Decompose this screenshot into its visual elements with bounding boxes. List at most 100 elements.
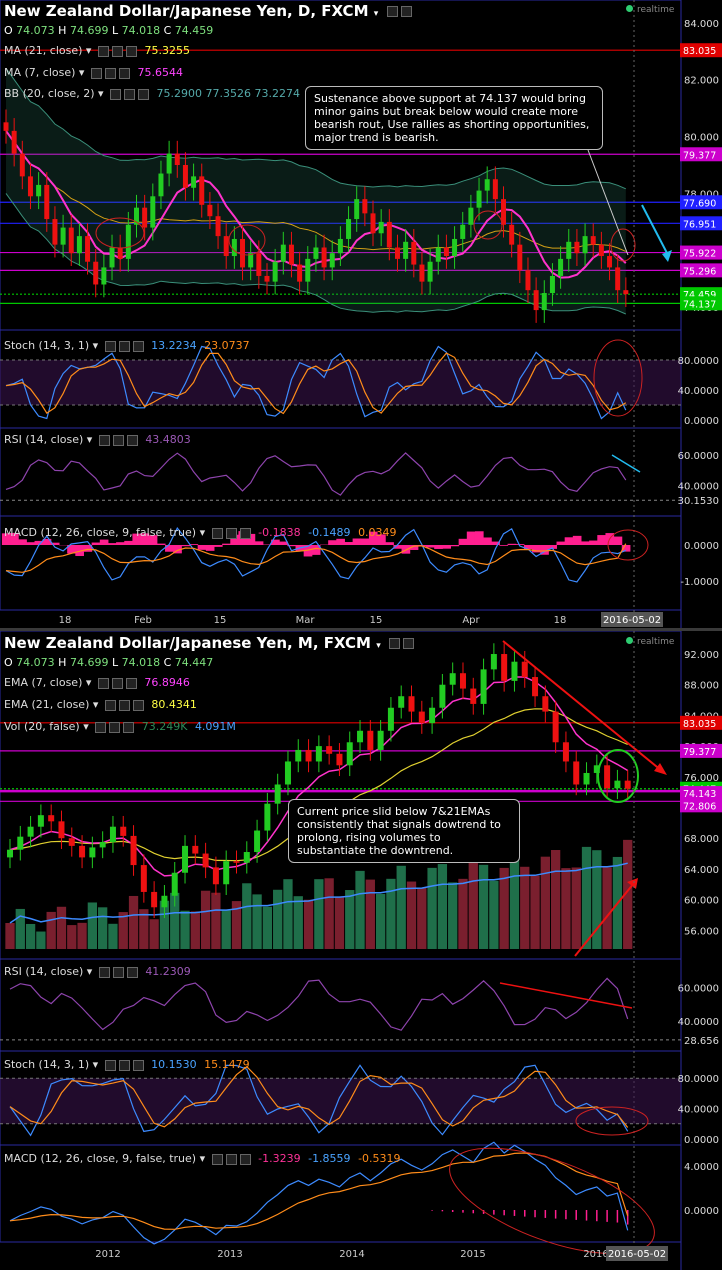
- eye-icon[interactable]: [98, 434, 110, 446]
- chevron-down-icon[interactable]: ▾: [87, 965, 93, 978]
- legend-ema21[interactable]: EMA (21, close) ▾ 80.4341: [4, 698, 197, 711]
- settings-icon[interactable]: [386, 6, 398, 17]
- volume-bar: [571, 867, 581, 949]
- macd-tick-label: 4.0000: [684, 1162, 719, 1173]
- candle-body: [411, 241, 417, 265]
- eye-icon[interactable]: [104, 1059, 116, 1071]
- settings-icon[interactable]: [118, 1059, 130, 1071]
- eye-icon[interactable]: [211, 1153, 223, 1165]
- legend-macd[interactable]: MACD (12, 26, close, 9, false, true) ▾ -…: [4, 1152, 401, 1165]
- candle-body: [109, 247, 115, 268]
- settings-icon[interactable]: [104, 67, 116, 79]
- settings-icon[interactable]: [118, 699, 130, 711]
- close-icon[interactable]: [239, 527, 251, 539]
- close-icon[interactable]: [123, 721, 135, 733]
- settings-icon[interactable]: [111, 677, 123, 689]
- eye-icon[interactable]: [211, 527, 223, 539]
- monthly-chart-title[interactable]: New Zealand Dollar/Japanese Yen, M, FXCM…: [4, 634, 414, 652]
- settings-icon[interactable]: [225, 527, 237, 539]
- analysis-annotation: Current price slid below 7&21EMAs consis…: [288, 799, 520, 863]
- settings-icon[interactable]: [225, 1153, 237, 1165]
- close-icon[interactable]: [118, 67, 130, 79]
- eye-icon[interactable]: [90, 67, 102, 79]
- legend-ema7[interactable]: EMA (7, close) ▾ 76.8946: [4, 676, 190, 689]
- price-tag: 75.922: [683, 249, 716, 260]
- open-value: 74.073: [16, 656, 55, 669]
- legend-stoch[interactable]: Stoch (14, 3, 1) ▾ 13.2234 23.0737: [4, 339, 250, 352]
- chevron-down-icon[interactable]: ▾: [93, 339, 99, 352]
- eye-icon[interactable]: [110, 88, 122, 100]
- eye-icon[interactable]: [97, 45, 109, 57]
- monthly-chart[interactable]: 92.00088.00084.00080.00076.00068.00064.0…: [0, 631, 722, 1270]
- realtime-label: realtime: [637, 5, 675, 15]
- settings-icon[interactable]: [118, 340, 130, 352]
- chevron-down-icon[interactable]: ▾: [376, 641, 381, 651]
- settings-icon[interactable]: [388, 638, 400, 649]
- eye-icon[interactable]: [104, 340, 116, 352]
- eye-icon[interactable]: [95, 721, 107, 733]
- eye-icon[interactable]: [97, 677, 109, 689]
- settings-icon[interactable]: [109, 721, 121, 733]
- legend-bb[interactable]: BB (20, close, 2) ▾ 75.2900 77.3526 73.2…: [4, 87, 300, 100]
- settings-icon[interactable]: [112, 966, 124, 978]
- chevron-down-icon[interactable]: ▾: [200, 526, 206, 539]
- macd-histogram-bar: [336, 538, 345, 545]
- chevron-down-icon[interactable]: ▾: [83, 720, 89, 733]
- price-tag: 72.806: [683, 801, 716, 812]
- settings-icon[interactable]: [111, 45, 123, 57]
- close-icon[interactable]: [132, 1059, 144, 1071]
- chevron-down-icon[interactable]: ▾: [200, 1152, 206, 1165]
- legend-rsi[interactable]: RSI (14, close) ▾ 43.4803: [4, 433, 191, 446]
- daily-chart[interactable]: 84.00082.00080.00078.00074.00083.03579.3…: [0, 0, 722, 628]
- candle-body: [117, 247, 123, 259]
- legend-macd[interactable]: MACD (12, 26, close, 9, false, true) ▾ -…: [4, 526, 397, 539]
- eye-icon[interactable]: [98, 966, 110, 978]
- close-icon[interactable]: [125, 677, 137, 689]
- daily-chart-title[interactable]: New Zealand Dollar/Japanese Yen, D, FXCM…: [4, 2, 412, 20]
- highlight-circle: [597, 749, 639, 803]
- candle-body: [525, 270, 531, 291]
- close-icon[interactable]: [126, 966, 138, 978]
- macd-histogram-bar: [181, 545, 191, 547]
- chevron-down-icon[interactable]: ▾: [87, 433, 93, 446]
- settings-icon[interactable]: [124, 88, 136, 100]
- close-icon[interactable]: [402, 638, 414, 649]
- candle-body: [76, 236, 82, 254]
- macd-histogram-bar: [507, 543, 517, 545]
- settings-icon[interactable]: [112, 434, 124, 446]
- eye-icon[interactable]: [104, 699, 116, 711]
- close-icon[interactable]: [132, 699, 144, 711]
- stoch-tick-label: 0.0000: [684, 416, 719, 427]
- chevron-down-icon[interactable]: ▾: [86, 44, 92, 57]
- chevron-down-icon[interactable]: ▾: [86, 676, 92, 689]
- close-icon[interactable]: [125, 45, 137, 57]
- candle-body: [590, 236, 596, 245]
- volume-bar: [252, 894, 262, 949]
- chevron-down-icon[interactable]: ▾: [98, 87, 104, 100]
- legend-ma7[interactable]: MA (7, close) ▾ 75.6544: [4, 66, 183, 79]
- candle-body: [362, 199, 368, 214]
- high-value: 74.699: [69, 656, 109, 669]
- close-icon[interactable]: [400, 6, 412, 17]
- macd-histogram-bar: [352, 538, 362, 545]
- close-icon[interactable]: [239, 1153, 251, 1165]
- candle-body: [264, 275, 270, 282]
- chevron-down-icon[interactable]: ▾: [93, 1058, 99, 1071]
- candle-body: [182, 845, 189, 873]
- legend-rsi[interactable]: RSI (14, close) ▾ 41.2309: [4, 965, 191, 978]
- low-label: L: [111, 24, 119, 37]
- chevron-down-icon[interactable]: ▾: [374, 9, 379, 19]
- chevron-down-icon[interactable]: ▾: [93, 698, 99, 711]
- close-icon[interactable]: [126, 434, 138, 446]
- macd-histogram-bar: [466, 531, 476, 545]
- legend-vol[interactable]: Vol (20, false) ▾ 73.249K 4.091M: [4, 720, 236, 733]
- candle-body: [517, 244, 523, 271]
- legend-stoch[interactable]: Stoch (14, 3, 1) ▾ 10.1530 15.1479: [4, 1058, 250, 1071]
- close-icon[interactable]: [138, 88, 150, 100]
- chevron-down-icon[interactable]: ▾: [79, 66, 85, 79]
- candle-body: [272, 261, 278, 282]
- close-icon[interactable]: [132, 340, 144, 352]
- candle-body: [99, 842, 106, 848]
- candle-body: [607, 256, 613, 268]
- legend-ma21[interactable]: MA (21, close) ▾ 75.3255: [4, 44, 190, 57]
